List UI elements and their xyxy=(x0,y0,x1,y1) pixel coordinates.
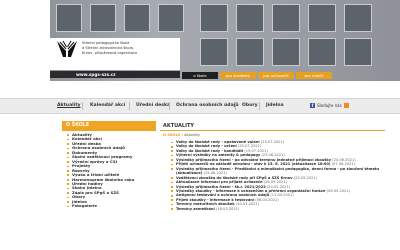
tab-o-skole[interactable]: o škole xyxy=(182,72,218,79)
school-logo[interactable] xyxy=(56,39,78,59)
sidebar-item-fotogalerie[interactable]: Fotogalerie xyxy=(62,203,156,208)
list-item[interactable]: Termíny zameškání (18.03.2021) xyxy=(170,207,382,211)
nav-aktuality[interactable]: Aktuality xyxy=(57,99,81,113)
audience-tabs: o škole pro studenty pro uchazeče pro ro… xyxy=(180,72,332,79)
sidebar-title: O ŠKOLE xyxy=(62,121,156,131)
breadcrumb-current: Aktuality xyxy=(184,133,201,137)
list-item[interactable]: Výsledky přijímacího řízení - Předškolní… xyxy=(170,167,382,176)
news-list: Volby do školské rady - opakované volání… xyxy=(170,140,382,211)
social-links: f Sledujte nás xyxy=(310,102,349,108)
social-label: Sledujte nás xyxy=(317,102,342,108)
school-name: Střední pedagogická škola a Střední zdra… xyxy=(82,41,138,55)
rss-icon[interactable] xyxy=(343,102,349,108)
breadcrumb-home[interactable]: O ŠKOLE xyxy=(163,133,180,137)
tab-pro-studenty[interactable]: pro studenty xyxy=(220,72,256,79)
facebook-icon[interactable]: f xyxy=(310,102,315,108)
nav-kalendar-akci[interactable]: Kalendář akcí xyxy=(90,99,125,113)
nav-ochrana-udaju[interactable]: Ochrana osobních údajů xyxy=(176,99,239,113)
site-header: Střední pedagogická škola a Střední zdra… xyxy=(0,0,400,81)
page-title: AKTUALITY xyxy=(160,121,385,131)
sidebar-menu: Aktuality Kalendář akcí Úřední deska Och… xyxy=(62,132,156,250)
nav-obory[interactable]: Obory xyxy=(242,99,258,113)
sidebar: O ŠKOLE Aktuality Kalendář akcí Úřední d… xyxy=(62,121,156,250)
tab-pro-uchazece[interactable]: pro uchazeče xyxy=(258,72,294,79)
site-url[interactable]: www.spgs-szs.cz xyxy=(76,72,116,77)
main-content: AKTUALITY O ŠKOLE › Aktuality Volby do š… xyxy=(160,121,385,250)
nav-uredni-deska[interactable]: Úřední deska xyxy=(136,99,170,113)
breadcrumb-separator: › xyxy=(181,133,183,137)
breadcrumb: O ŠKOLE › Aktuality xyxy=(163,133,200,137)
nav-jidelna[interactable]: Jídelna xyxy=(266,99,284,113)
tab-pro-rodice[interactable]: pro rodiče xyxy=(296,72,332,79)
